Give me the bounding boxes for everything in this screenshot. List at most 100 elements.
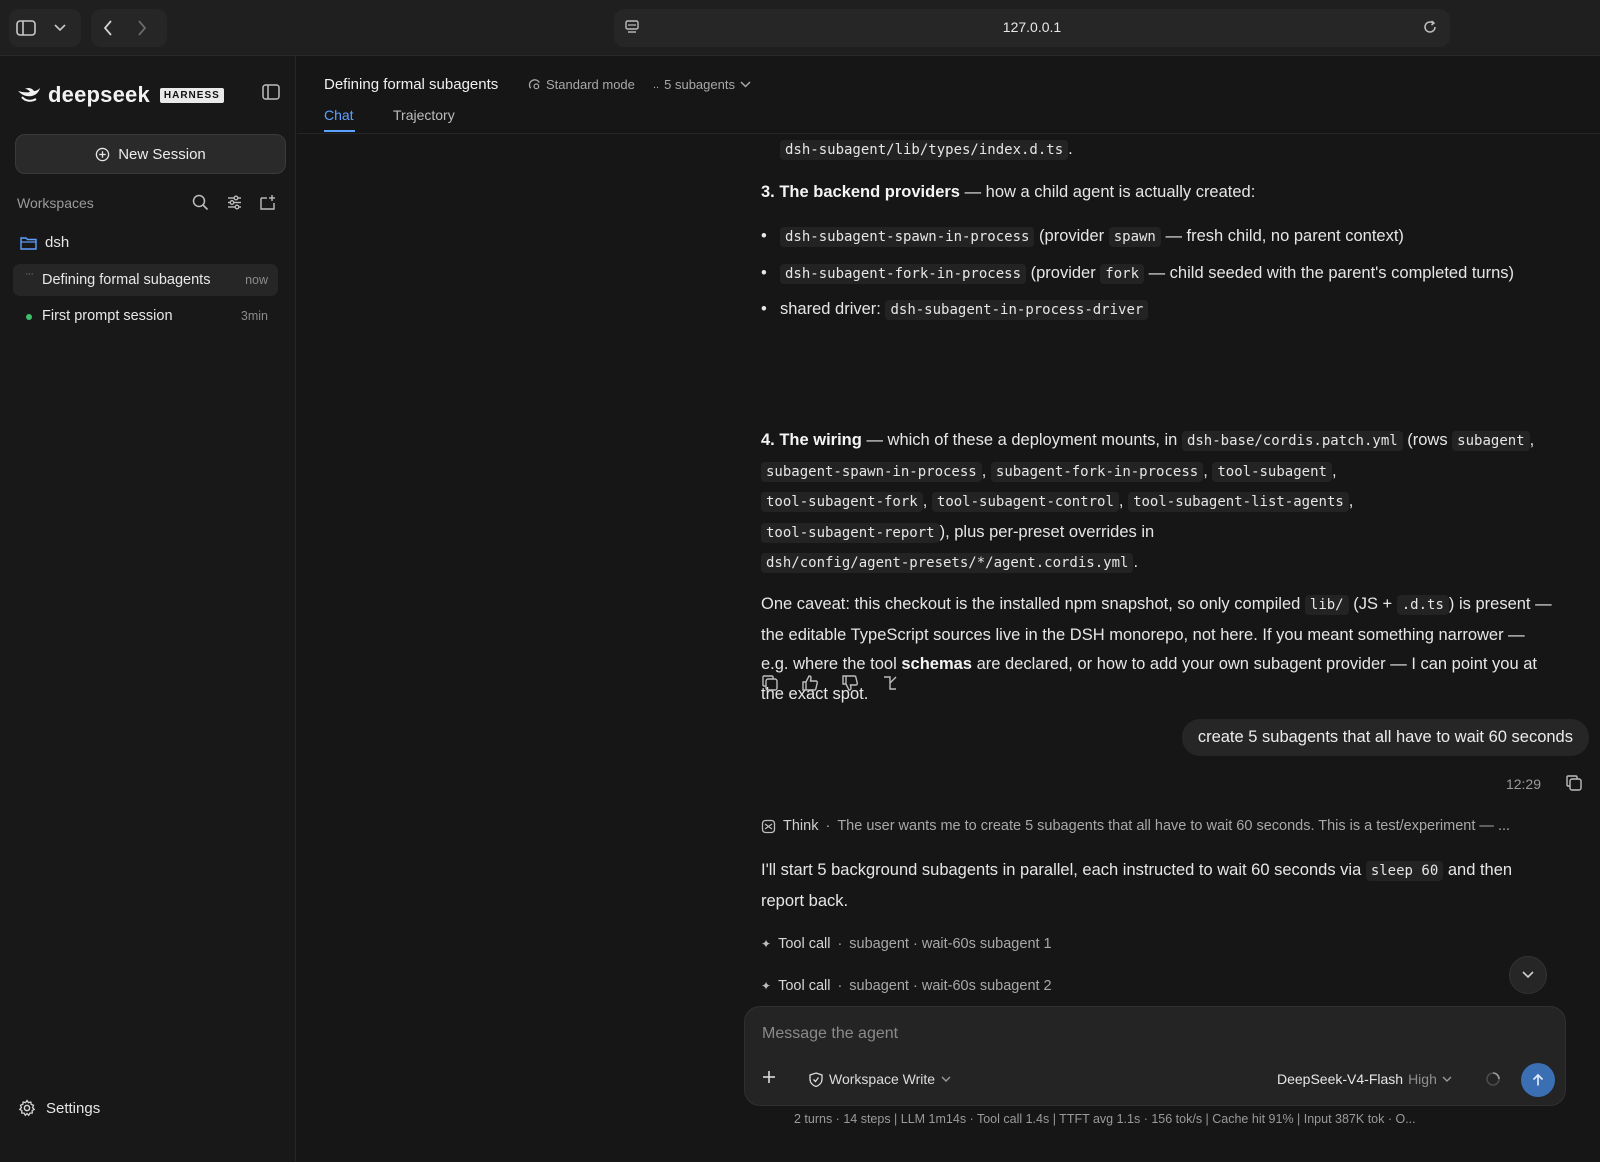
text-span: — fresh child, no parent context) (1160, 227, 1404, 245)
subagents-label: 5 subagents (664, 77, 735, 92)
list-item: dsh-subagent-fork-in-process (provider f… (761, 259, 1551, 290)
session-item[interactable]: ··· Defining formal subagents now (13, 264, 278, 296)
copy-message-icon[interactable] (1565, 774, 1583, 797)
inline-code: subagent (1452, 431, 1530, 451)
inline-code: tool-subagent-control (931, 492, 1119, 512)
attach-plus-icon[interactable] (761, 1069, 777, 1090)
separator: · (825, 818, 831, 834)
think-block[interactable]: Think · The user wants me to create 5 su… (761, 818, 1561, 834)
workspace-folder[interactable]: dsh (20, 234, 69, 251)
text-span: I'll start 5 background subagents in par… (761, 861, 1366, 879)
tool-call-detail: subagent · wait-60s subagent 1 (849, 936, 1052, 952)
inline-code: dsh-base/cordis.patch.yml (1181, 431, 1403, 451)
settings-label: Settings (46, 1099, 101, 1117)
workspace-name: dsh (45, 234, 70, 251)
reload-icon[interactable] (1422, 19, 1438, 40)
chevron-down-icon (1522, 971, 1534, 979)
text-span: . (1133, 553, 1139, 571)
session-time: now (245, 273, 268, 287)
session-title-heading: Defining formal subagents (324, 76, 499, 93)
user-message-bubble: create 5 subagents that all have to wait… (1181, 719, 1589, 756)
mode-indicator[interactable]: Standard mode (528, 77, 635, 92)
inline-code: tool-subagent-fork (761, 492, 923, 512)
permission-dropdown[interactable]: Workspace Write (809, 1071, 951, 1087)
tool-call-row[interactable]: ✦ Tool call · subagent · wait-60s subage… (761, 936, 1052, 952)
inline-code: .d.ts (1396, 595, 1449, 615)
collapse-sidebar-icon[interactable] (262, 84, 280, 105)
chevron-down-icon (941, 1076, 951, 1082)
filter-icon[interactable] (226, 194, 243, 216)
message-actions (761, 674, 899, 697)
address-bar[interactable]: 127.0.0.1 (614, 9, 1450, 47)
bold-text: schemas (901, 655, 972, 673)
inline-code: dsh/config/agent-presets/*/agent.cordis.… (761, 553, 1134, 573)
model-selector[interactable]: DeepSeek-V4-Flash High (1277, 1071, 1452, 1087)
nav-group (91, 9, 167, 47)
message-input[interactable]: Message the agent (762, 1025, 898, 1043)
tool-call-detail: subagent · wait-60s subagent 2 (849, 978, 1052, 994)
status-dot-icon (26, 314, 32, 320)
thumbs-down-icon[interactable] (841, 674, 859, 697)
forward-icon[interactable] (125, 11, 159, 45)
plus-circle-icon (95, 147, 110, 161)
brand-name: deepseek (48, 82, 150, 107)
tool-call-row[interactable]: ✦ Tool call · subagent · wait-60s subage… (761, 978, 1052, 994)
inline-code: tool-subagent-list-agents (1128, 492, 1349, 512)
sidebar-toggle-icon[interactable] (9, 11, 43, 45)
new-session-button[interactable]: New Session (15, 134, 286, 174)
text-span: . (1068, 140, 1073, 158)
inline-code: dsh-subagent-spawn-in-process (780, 227, 1035, 247)
brain-icon (761, 819, 776, 833)
session-title: Defining formal subagents (42, 272, 211, 288)
text-span: shared driver: (780, 300, 886, 318)
search-icon[interactable] (192, 194, 209, 216)
session-item[interactable]: First prompt session 3min (13, 300, 278, 332)
text-span: One caveat: this checkout is the install… (761, 595, 1305, 613)
inline-code: dsh-subagent-in-process-driver (885, 300, 1149, 320)
scroll-to-bottom-button[interactable] (1509, 956, 1547, 994)
separator: · (837, 936, 843, 952)
back-icon[interactable] (91, 11, 125, 45)
copy-icon[interactable] (761, 674, 779, 697)
inline-code: dsh-subagent-fork-in-process (780, 263, 1027, 284)
session-time: 3min (240, 309, 268, 323)
text-span: — child seeded with the parent's complet… (1144, 263, 1515, 282)
assistant-paragraph: 3. The backend providers — how a child a… (761, 178, 1255, 208)
assistant-paragraph: I'll start 5 background subagents in par… (761, 856, 1551, 916)
main-panel: Defining formal subagents Standard mode … (297, 56, 1600, 1162)
inline-code: sleep 60 (1365, 861, 1444, 881)
text-span: (rows (1402, 431, 1453, 449)
provider-list: dsh-subagent-spawn-in-process (provider … (761, 222, 1551, 326)
tab-chat[interactable]: Chat (324, 107, 354, 123)
inline-code: spawn (1108, 227, 1161, 247)
inline-code: tool-subagent-report (761, 522, 940, 543)
brand-badge: HARNESS (159, 87, 224, 103)
text-span: ), plus per-preset overrides in (939, 522, 1155, 541)
reasoning-level: High (1408, 1071, 1437, 1087)
assistant-paragraph: dsh-subagent/lib/types/index.d.ts. (780, 135, 1073, 166)
chevron-down-icon[interactable] (43, 11, 77, 45)
subagents-dots-icon: .. (653, 78, 660, 91)
tab-trajectory[interactable]: Trajectory (393, 107, 455, 123)
branch-icon[interactable] (881, 674, 899, 697)
sidebar: deepseek HARNESS New Session Workspaces … (0, 56, 296, 1162)
sparkle-icon: ✦ (761, 937, 772, 951)
folder-icon (20, 236, 37, 250)
inline-code: fork (1100, 263, 1145, 284)
session-title: First prompt session (42, 308, 173, 324)
mode-icon (528, 79, 540, 90)
settings-button[interactable]: Settings (18, 1099, 100, 1117)
tool-call-label: Tool call (778, 978, 831, 994)
send-button[interactable] (1521, 1063, 1555, 1097)
subagents-dropdown[interactable]: .. 5 subagents (653, 77, 751, 92)
inline-code: dsh-subagent/lib/types/index.d.ts (780, 140, 1069, 160)
thumbs-up-icon[interactable] (801, 674, 819, 697)
loading-icon: ··· (25, 268, 34, 280)
model-name: DeepSeek-V4-Flash (1277, 1071, 1404, 1087)
text-span: (provider (1026, 263, 1101, 282)
browser-toolbar: 127.0.0.1 (0, 0, 1600, 56)
assistant-paragraph: 4. The wiring — which of these a deploym… (761, 431, 1535, 573)
list-item: dsh-subagent-spawn-in-process (provider … (761, 222, 1551, 253)
new-folder-icon[interactable] (259, 194, 277, 216)
message-timestamp: 12:29 (1505, 776, 1541, 792)
